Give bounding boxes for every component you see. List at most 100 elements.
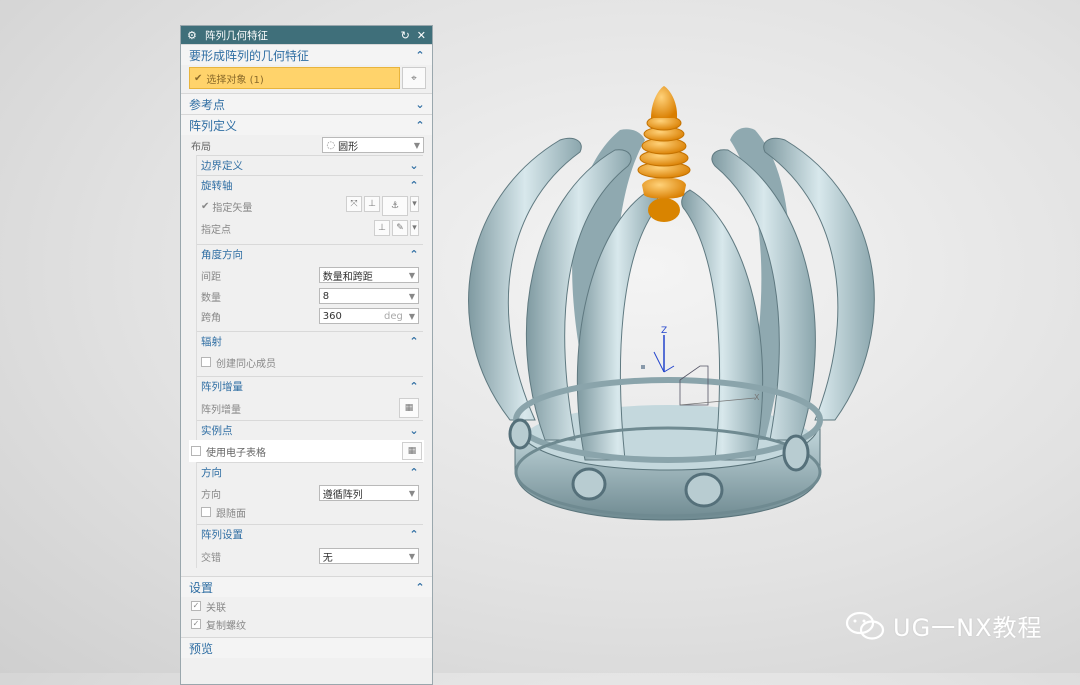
specify-point-row: 指定点 ⊥ ✎ ▾ xyxy=(197,217,423,239)
specify-vector-row: ✔ 指定矢量 ⤧ ⊥ ⚓ ▾ xyxy=(197,195,423,217)
features-group-label: 要形成阵列的几何特征 xyxy=(189,48,310,63)
chevron-up-icon[interactable]: ⌃ xyxy=(408,528,420,541)
settings-group-header[interactable]: 设置 ⌃ xyxy=(181,576,432,597)
dialog-titlebar: ⚙ 阵列几何特征 ↻ ✕ xyxy=(181,26,432,44)
preview-group-label: 预览 xyxy=(189,641,214,656)
dialog-title: 阵列几何特征 xyxy=(205,29,268,42)
chevron-down-icon[interactable]: ⌄ xyxy=(414,98,426,111)
vector-tools: ⤧ ⊥ ⚓ ▾ xyxy=(346,196,419,216)
watermark: UG一NX教程 xyxy=(845,608,1043,643)
wechat-icon xyxy=(845,611,885,640)
inferred-point-icon[interactable]: ✎ xyxy=(392,220,408,236)
spreadsheet-label: 使用电子表格 xyxy=(206,447,266,459)
chevron-up-icon[interactable]: ⌃ xyxy=(408,335,420,348)
watermark-text: UG一NX教程 xyxy=(893,614,1043,642)
array-settings-label: 阵列设置 xyxy=(201,529,243,541)
select-object-label: 选择对象 (1) xyxy=(206,74,264,86)
associative-checkbox[interactable]: ✓ xyxy=(191,601,201,611)
copy-threads-checkbox[interactable]: ✓ xyxy=(191,619,201,629)
chevron-down-icon[interactable]: ▾ xyxy=(410,196,419,212)
chevron-down-icon[interactable]: ⌄ xyxy=(408,424,420,437)
copy-threads-label: 复制螺纹 xyxy=(206,620,246,632)
close-icon[interactable]: ✕ xyxy=(417,29,426,42)
triad-z-label: Z xyxy=(661,326,667,336)
features-group-header[interactable]: 要形成阵列的几何特征 ⌃ xyxy=(181,44,432,65)
follow-face-checkbox[interactable] xyxy=(201,507,211,517)
radiate-header[interactable]: 辐射 ⌃ xyxy=(197,331,423,351)
layout-label: 布局 xyxy=(191,141,211,153)
spreadsheet-icon[interactable]: ▦ xyxy=(402,442,422,460)
span-label: 跨角 xyxy=(201,312,221,324)
circular-layout-icon: ◌ xyxy=(326,139,336,151)
ref-point-group-header[interactable]: 参考点 ⌄ xyxy=(181,93,432,114)
rotation-axis-header[interactable]: 旋转轴 ⌃ xyxy=(197,175,423,195)
array-settings-header[interactable]: 阵列设置 ⌃ xyxy=(197,524,423,544)
increment-header[interactable]: 阵列增量 ⌃ xyxy=(197,376,423,396)
checkmark-icon: ✔ xyxy=(194,72,203,84)
array-def-group-header[interactable]: 阵列定义 ⌃ xyxy=(181,114,432,135)
specify-point-label: 指定点 xyxy=(201,224,231,236)
gear-icon[interactable]: ⚙ xyxy=(187,29,199,42)
preview-group-header[interactable]: 预览 xyxy=(181,637,432,658)
instance-points-header[interactable]: 实例点 ⌄ xyxy=(197,420,423,440)
spacing-row: 间距 数量和跨距 ▼ xyxy=(197,264,423,286)
spreadsheet-checkbox[interactable] xyxy=(191,446,201,456)
angle-dir-label: 角度方向 xyxy=(201,249,243,261)
increment-tools: ▦ xyxy=(399,398,419,418)
chevron-up-icon[interactable]: ⌃ xyxy=(408,380,420,393)
crown-model[interactable] xyxy=(468,86,875,521)
span-row: 跨角 360 deg ▼ xyxy=(197,306,423,326)
layout-value: 圆形 xyxy=(338,141,359,153)
radiate-label: 辐射 xyxy=(201,336,222,348)
stagger-select[interactable]: 无 ▼ xyxy=(318,548,419,564)
point-dialog-icon[interactable]: ⊥ xyxy=(374,220,390,236)
point-tools: ⊥ ✎ ▾ xyxy=(374,220,419,236)
associative-label: 关联 xyxy=(206,602,226,614)
spacing-label: 间距 xyxy=(201,271,221,283)
increment-row-label: 阵列增量 xyxy=(201,404,241,416)
spacing-select[interactable]: 数量和跨距 ▼ xyxy=(318,267,419,283)
concentric-label: 创建同心成员 xyxy=(216,358,276,370)
stagger-value: 无 xyxy=(322,552,333,564)
chevron-up-icon[interactable]: ⌃ xyxy=(408,179,420,192)
chevron-up-icon[interactable]: ⌃ xyxy=(408,466,420,479)
count-value: 8 xyxy=(322,290,330,302)
crosshair-icon[interactable]: ⌖ xyxy=(402,67,426,89)
reset-icon[interactable]: ↻ xyxy=(401,29,410,42)
spacing-value: 数量和跨距 xyxy=(322,271,373,283)
direction-row: 方向 遵循阵列 ▼ xyxy=(197,482,423,504)
copy-threads-row: ✓ 复制螺纹 xyxy=(181,615,432,633)
chevron-down-icon[interactable]: ⌄ xyxy=(408,159,420,172)
array-def-subgroups: 边界定义 ⌄ 旋转轴 ⌃ ✔ 指定矢量 ⤧ ⊥ ⚓ ▾ 指定点 ⊥ ✎ ▾ 角度… xyxy=(196,155,423,440)
array-def-group-label: 阵列定义 xyxy=(189,118,238,133)
spreadsheet-row: 使用电子表格 ▦ xyxy=(189,440,424,462)
boundary-label: 边界定义 xyxy=(201,160,243,172)
count-row: 数量 8 ▼ xyxy=(197,286,423,306)
chevron-down-icon[interactable]: ▾ xyxy=(410,220,419,236)
pattern-geometry-dialog: ⚙ 阵列几何特征 ↻ ✕ 要形成阵列的几何特征 ⌃ ✔ 选择对象 (1) ⌖ 参… xyxy=(180,25,433,685)
chevron-up-icon[interactable]: ⌃ xyxy=(408,248,420,261)
span-unit: deg xyxy=(383,310,403,322)
select-object-field[interactable]: ✔ 选择对象 (1) xyxy=(189,67,400,89)
span-input[interactable]: 360 deg ▼ xyxy=(318,308,419,324)
instance-points-label: 实例点 xyxy=(201,425,233,437)
reverse-direction-icon[interactable]: ⤧ xyxy=(346,196,362,212)
increment-dialog-icon[interactable]: ▦ xyxy=(399,398,419,418)
direction-header[interactable]: 方向 ⌃ xyxy=(197,462,423,482)
boundary-header[interactable]: 边界定义 ⌄ xyxy=(197,155,423,175)
layout-row: 布局 ◌ 圆形 ▼ xyxy=(181,135,432,155)
angle-dir-header[interactable]: 角度方向 ⌃ xyxy=(197,244,423,264)
vector-dialog-icon[interactable]: ⊥ xyxy=(364,196,380,212)
chevron-up-icon[interactable]: ⌃ xyxy=(414,119,426,132)
increment-label: 阵列增量 xyxy=(201,381,243,393)
concentric-checkbox[interactable] xyxy=(201,357,211,367)
follow-face-label: 跟随面 xyxy=(216,508,246,520)
chevron-up-icon[interactable]: ⌃ xyxy=(414,581,426,594)
direction-select[interactable]: 遵循阵列 ▼ xyxy=(318,485,419,501)
concentric-row: 创建同心成员 xyxy=(197,351,423,373)
chevron-up-icon[interactable]: ⌃ xyxy=(414,49,426,62)
inferred-vector-icon[interactable]: ⚓ xyxy=(382,196,408,216)
count-input[interactable]: 8 ▼ xyxy=(318,288,419,304)
graphics-window[interactable]: Z X xyxy=(433,0,1080,673)
layout-select[interactable]: ◌ 圆形 ▼ xyxy=(322,137,424,153)
